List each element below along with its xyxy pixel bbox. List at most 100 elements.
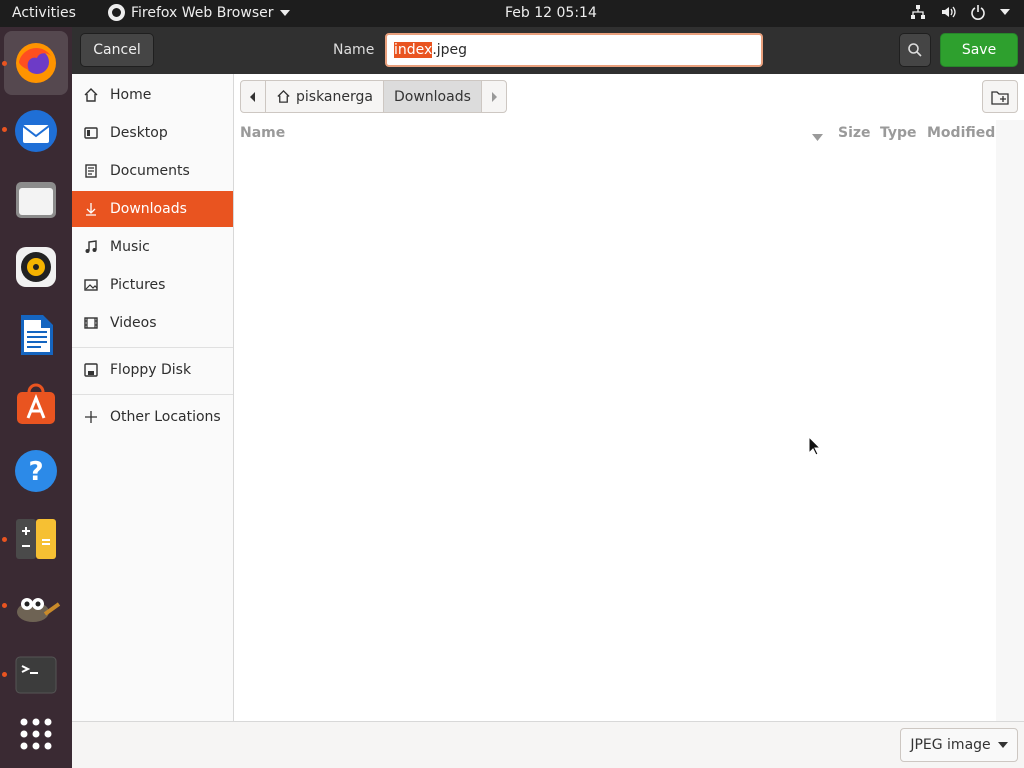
sidebar-item-label: Downloads bbox=[110, 201, 187, 217]
sidebar-item-label: Floppy Disk bbox=[110, 362, 192, 378]
plus-icon bbox=[72, 410, 110, 424]
places-sidebar: Home Desktop Documents Downloads Music P… bbox=[72, 74, 234, 721]
activities-button[interactable]: Activities bbox=[12, 5, 76, 21]
floppy-icon bbox=[72, 362, 110, 378]
save-file-dialog: Cancel Name index .jpeg Save Home Desktop… bbox=[72, 27, 1024, 768]
column-type[interactable]: Type bbox=[880, 125, 917, 141]
calculator-icon bbox=[16, 519, 56, 559]
sidebar-item-label: Pictures bbox=[110, 277, 166, 293]
sidebar-item-documents[interactable]: Documents bbox=[72, 153, 233, 189]
sidebar-item-label: Music bbox=[110, 239, 150, 255]
file-type-filter[interactable]: JPEG image bbox=[900, 728, 1018, 762]
name-label: Name bbox=[333, 42, 375, 58]
file-list[interactable]: Name Size Type Modified bbox=[234, 120, 996, 721]
pictures-icon bbox=[72, 277, 110, 293]
scrollbar[interactable] bbox=[996, 120, 1024, 721]
dock-item-software[interactable] bbox=[4, 371, 68, 435]
search-button[interactable] bbox=[899, 33, 931, 67]
chevron-down-icon bbox=[1000, 9, 1010, 15]
desktop-icon bbox=[72, 125, 110, 141]
sidebar-item-label: Videos bbox=[110, 315, 157, 331]
sidebar-divider bbox=[72, 347, 233, 348]
thunderbird-icon bbox=[15, 110, 57, 152]
sidebar-item-floppy-disk[interactable]: Floppy Disk bbox=[72, 352, 233, 388]
path-segment-downloads[interactable]: Downloads bbox=[383, 81, 482, 112]
column-header: Name Size Type Modified bbox=[234, 120, 996, 146]
chevron-down-icon bbox=[997, 742, 1008, 748]
sidebar-item-music[interactable]: Music bbox=[72, 229, 233, 265]
sidebar-item-downloads[interactable]: Downloads bbox=[72, 191, 233, 227]
firefox-icon bbox=[108, 4, 125, 21]
dock-item-writer[interactable] bbox=[4, 303, 68, 367]
path-forward-button[interactable] bbox=[482, 81, 506, 112]
running-indicator bbox=[2, 537, 7, 542]
firefox-icon bbox=[16, 43, 56, 83]
sidebar-divider bbox=[72, 394, 233, 395]
dock-item-firefox[interactable] bbox=[4, 31, 68, 95]
new-folder-button[interactable] bbox=[982, 80, 1018, 113]
dialog-footer: JPEG image bbox=[72, 721, 1024, 768]
sidebar-item-pictures[interactable]: Pictures bbox=[72, 267, 233, 303]
home-icon bbox=[277, 89, 290, 103]
software-store-icon bbox=[17, 383, 55, 424]
column-modified[interactable]: Modified bbox=[927, 125, 995, 141]
app-menu-label: Firefox Web Browser bbox=[131, 4, 274, 21]
mouse-pointer bbox=[808, 435, 822, 460]
sidebar-item-label: Other Locations bbox=[110, 409, 221, 425]
sidebar-item-desktop[interactable]: Desktop bbox=[72, 115, 233, 151]
top-panel: Activities Firefox Web Browser Feb 12 05… bbox=[0, 0, 1024, 27]
dock-item-terminal[interactable] bbox=[4, 643, 68, 707]
dock: ? bbox=[0, 27, 72, 768]
sidebar-item-label: Home bbox=[110, 87, 152, 103]
running-indicator bbox=[2, 127, 7, 132]
app-menu[interactable]: Firefox Web Browser bbox=[108, 4, 290, 21]
dock-item-help[interactable]: ? bbox=[4, 439, 68, 503]
column-size[interactable]: Size bbox=[838, 125, 871, 141]
new-folder-icon bbox=[991, 90, 1009, 105]
dock-item-thunderbird[interactable] bbox=[4, 99, 68, 163]
running-indicator bbox=[2, 603, 7, 608]
file-type-filter-label: JPEG image bbox=[910, 737, 991, 753]
path-bar: piskanerga Downloads bbox=[240, 80, 507, 113]
volume-icon bbox=[940, 4, 956, 20]
gimp-icon bbox=[17, 598, 61, 622]
save-button[interactable]: Save bbox=[940, 33, 1018, 67]
svg-text:?: ? bbox=[28, 457, 43, 487]
music-icon bbox=[72, 239, 110, 255]
sort-down-icon[interactable] bbox=[812, 129, 823, 145]
search-icon bbox=[908, 43, 922, 57]
chevron-right-icon bbox=[491, 91, 497, 102]
sidebar-item-label: Desktop bbox=[110, 125, 168, 141]
filename-extension: .jpeg bbox=[432, 42, 468, 58]
running-indicator bbox=[2, 672, 7, 677]
sidebar-item-other-locations[interactable]: Other Locations bbox=[72, 399, 233, 435]
videos-icon bbox=[72, 315, 110, 331]
sidebar-item-videos[interactable]: Videos bbox=[72, 305, 233, 341]
show-applications-button[interactable] bbox=[4, 702, 68, 766]
chevron-down-icon bbox=[279, 9, 290, 16]
column-name[interactable]: Name bbox=[240, 125, 285, 141]
chevron-left-icon bbox=[250, 91, 255, 102]
filename-input[interactable]: index .jpeg bbox=[385, 33, 763, 67]
home-icon bbox=[72, 87, 110, 103]
sidebar-item-home[interactable]: Home bbox=[72, 77, 233, 113]
downloads-icon bbox=[72, 201, 110, 217]
path-segment-label: Downloads bbox=[393, 88, 471, 105]
dock-item-rhythmbox[interactable] bbox=[4, 235, 68, 299]
files-icon bbox=[16, 182, 56, 218]
help-icon: ? bbox=[15, 450, 57, 492]
dock-item-calculator[interactable] bbox=[4, 507, 68, 571]
path-segment-home[interactable]: piskanerga bbox=[266, 81, 384, 112]
dock-item-files[interactable] bbox=[4, 167, 68, 231]
path-back-button[interactable] bbox=[241, 81, 266, 112]
terminal-icon bbox=[15, 656, 57, 694]
running-indicator bbox=[2, 61, 7, 66]
system-tray[interactable] bbox=[910, 4, 1010, 20]
cancel-button[interactable]: Cancel bbox=[80, 33, 154, 67]
writer-icon bbox=[21, 315, 53, 355]
dock-item-gimp[interactable] bbox=[4, 575, 68, 639]
filename-selected-text: index bbox=[394, 42, 433, 58]
rhythmbox-icon bbox=[16, 247, 56, 287]
sidebar-item-label: Documents bbox=[110, 163, 190, 179]
clock[interactable]: Feb 12 05:14 bbox=[505, 5, 597, 21]
